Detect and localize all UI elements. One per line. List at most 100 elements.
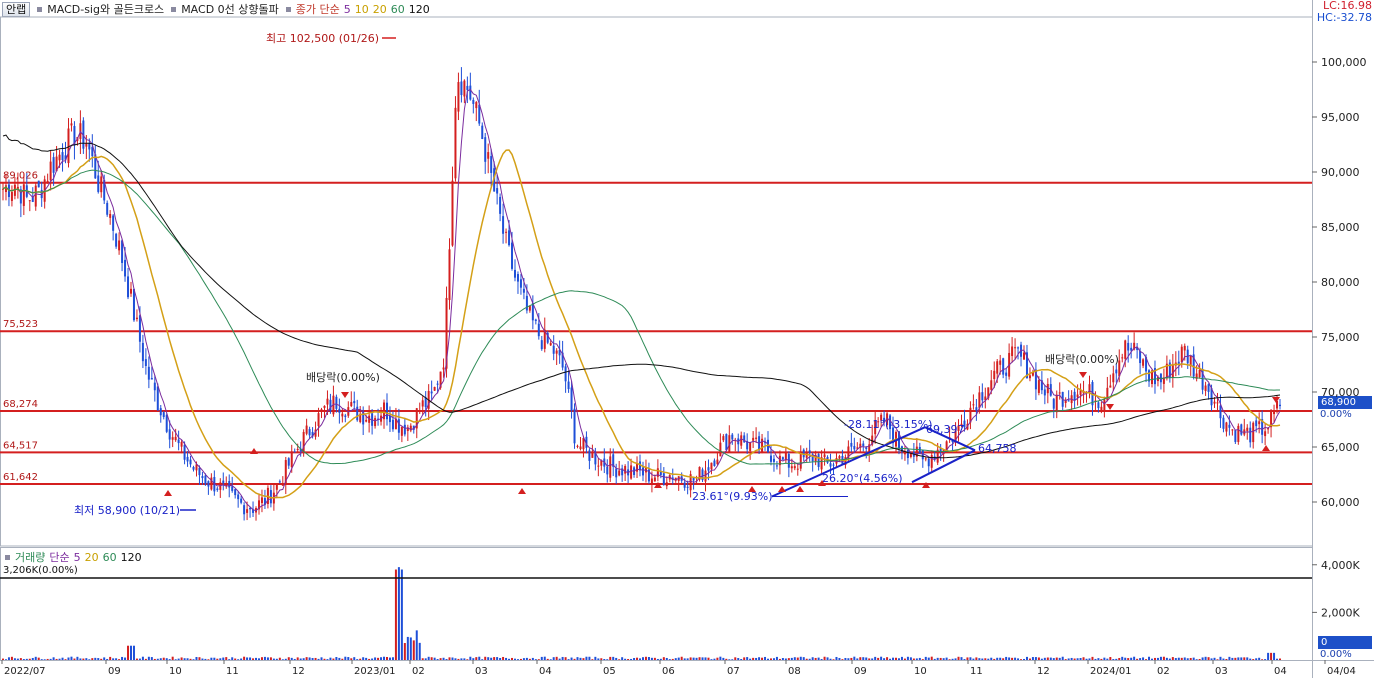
- volume-bar: [772, 658, 775, 660]
- buy-signal-arrow: [922, 482, 930, 488]
- stock-chart[interactable]: 60,000 65,000 70,000 75,000 80,000 85,000 90,0…: [0, 0, 1374, 678]
- volume-bar: [1034, 657, 1037, 660]
- volume-bar: [147, 656, 150, 660]
- volume-bar: [94, 657, 97, 660]
- candle-body: [436, 383, 439, 385]
- volume-bar: [61, 657, 64, 660]
- triangle-annotation: 64,758: [978, 442, 1017, 455]
- candle-body: [329, 399, 332, 412]
- triangle-annotation: 69,397: [926, 423, 965, 436]
- volume-bar: [781, 658, 784, 660]
- candle-body: [505, 231, 508, 233]
- volume-bar: [129, 645, 132, 660]
- volume-bar: [97, 658, 100, 660]
- volume-bar: [900, 656, 903, 660]
- candle-body: [451, 180, 454, 246]
- candle-body: [1023, 352, 1026, 360]
- candle-body: [1055, 394, 1058, 413]
- candle-body: [579, 446, 582, 450]
- buy-signal-arrow: [518, 488, 526, 494]
- candle-body: [752, 437, 755, 441]
- volume-bar: [549, 659, 552, 660]
- candle-body: [656, 468, 659, 477]
- time-tick-label: 08: [788, 666, 801, 677]
- volume-bar: [814, 657, 817, 660]
- volume-bar: [201, 658, 204, 660]
- volume-bar: [475, 657, 478, 660]
- volume-bar: [647, 656, 650, 660]
- volume-bar: [403, 643, 406, 660]
- level-label: 61,642: [3, 472, 38, 483]
- candle-body: [1073, 391, 1076, 401]
- candle-body: [1103, 399, 1106, 411]
- volume-bar: [680, 656, 683, 660]
- candle-body: [481, 125, 484, 140]
- volume-bar: [543, 656, 546, 660]
- candle-body: [490, 156, 493, 173]
- candle-body: [1228, 424, 1231, 428]
- volume-bar: [906, 656, 909, 660]
- volume-bar: [627, 659, 630, 660]
- volume-bar: [1234, 657, 1237, 660]
- candle-body: [305, 425, 308, 434]
- volume-bar: [266, 657, 269, 660]
- volume-bar: [127, 645, 130, 660]
- candle-body: [165, 414, 168, 432]
- volume-bar: [1156, 657, 1159, 660]
- volume-bar: [886, 657, 889, 660]
- candle-body: [865, 447, 868, 450]
- candle-body: [448, 249, 451, 301]
- candle-body: [710, 462, 713, 470]
- volume-bar: [987, 658, 990, 660]
- volume-bar: [335, 657, 338, 660]
- candle-body: [1180, 346, 1183, 363]
- candle-body: [790, 466, 793, 469]
- volume-bar: [394, 569, 397, 660]
- volume-bar: [490, 657, 493, 660]
- volume-bar: [359, 658, 362, 660]
- volume-bar: [621, 657, 624, 660]
- candle-body: [1237, 425, 1240, 442]
- candle-body: [180, 442, 183, 447]
- candle-body: [138, 315, 141, 342]
- volume-bar: [758, 657, 761, 660]
- time-tick-label: 04: [539, 666, 552, 677]
- volume-bar: [222, 657, 225, 660]
- candle-body: [222, 480, 225, 484]
- candle-body: [1183, 345, 1186, 351]
- volume-bar: [353, 657, 356, 660]
- volume-bar: [213, 657, 216, 660]
- volume-bar: [150, 657, 153, 660]
- candle-body: [37, 180, 40, 188]
- volume-bar: [1023, 658, 1026, 660]
- volume-bar: [960, 657, 963, 660]
- time-tick-label: 10: [169, 666, 182, 677]
- candle-body: [400, 426, 403, 436]
- volume-bar: [121, 656, 124, 660]
- volume-bar: [240, 658, 243, 660]
- volume-bar: [135, 658, 138, 660]
- volume-bar: [856, 658, 859, 660]
- volume-bar: [2, 658, 4, 660]
- time-tick-label: 02: [1157, 666, 1170, 677]
- level-label: 89,026: [3, 171, 38, 182]
- volume-bar: [505, 657, 508, 660]
- candle-body: [725, 434, 728, 451]
- candle-body: [207, 481, 210, 487]
- candle-body: [618, 470, 621, 476]
- volume-bar: [1228, 656, 1231, 660]
- candle-body: [341, 413, 344, 417]
- volume-bar: [1037, 657, 1040, 660]
- candle-body: [653, 477, 656, 482]
- volume-bar: [58, 658, 61, 660]
- volume-bar: [633, 658, 636, 660]
- candle-body: [290, 451, 293, 468]
- trend-line: [771, 426, 926, 498]
- volume-bar: [255, 657, 258, 660]
- volume-bar: [817, 657, 820, 660]
- volume-bar: [1207, 657, 1210, 660]
- candle-body: [1088, 384, 1091, 394]
- volume-bar: [624, 658, 627, 660]
- volume-bar: [591, 659, 594, 660]
- candle-body: [838, 456, 841, 459]
